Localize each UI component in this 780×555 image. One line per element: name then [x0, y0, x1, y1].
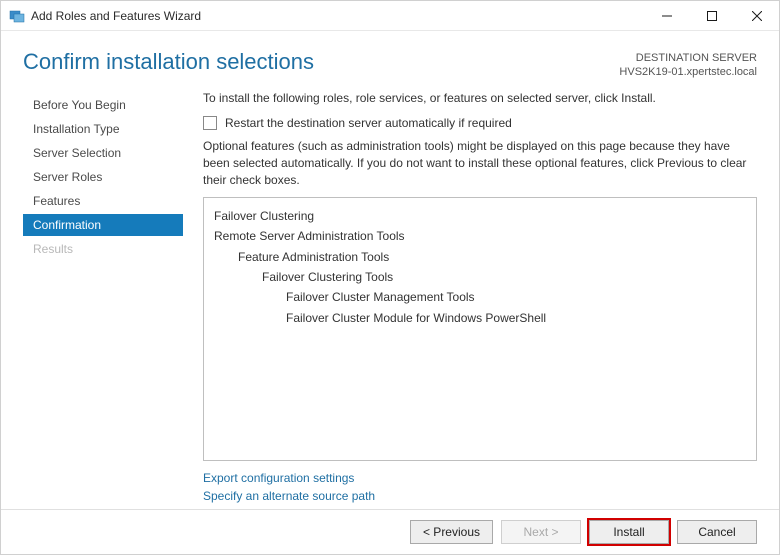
previous-button[interactable]: < Previous [410, 520, 493, 544]
nav-server-selection[interactable]: Server Selection [23, 142, 183, 164]
feature-item: Failover Clustering Tools [214, 267, 746, 287]
cancel-button[interactable]: Cancel [677, 520, 757, 544]
export-config-link[interactable]: Export configuration settings [203, 469, 757, 487]
install-button[interactable]: Install [589, 520, 669, 544]
alternate-source-link[interactable]: Specify an alternate source path [203, 487, 757, 505]
bottom-links: Export configuration settings Specify an… [203, 469, 757, 505]
next-button: Next > [501, 520, 581, 544]
wizard-nav: Before You Begin Installation Type Serve… [23, 90, 183, 509]
selected-features-box: Failover Clustering Remote Server Admini… [203, 197, 757, 461]
optional-features-text: Optional features (such as administratio… [203, 138, 757, 188]
nav-installation-type[interactable]: Installation Type [23, 118, 183, 140]
restart-checkbox[interactable] [203, 116, 217, 130]
feature-item: Remote Server Administration Tools [214, 226, 746, 246]
content-pane: To install the following roles, role ser… [203, 90, 757, 509]
nav-confirmation[interactable]: Confirmation [23, 214, 183, 236]
body: Before You Begin Installation Type Serve… [1, 80, 779, 509]
header: Confirm installation selections DESTINAT… [1, 31, 779, 80]
window-controls [644, 1, 779, 31]
restart-checkbox-row[interactable]: Restart the destination server automatic… [203, 116, 757, 130]
app-icon [9, 8, 25, 24]
maximize-button[interactable] [689, 1, 734, 31]
window-title: Add Roles and Features Wizard [31, 9, 201, 23]
destination-server: HVS2K19-01.xpertstec.local [619, 65, 757, 79]
nav-before-you-begin[interactable]: Before You Begin [23, 94, 183, 116]
close-button[interactable] [734, 1, 779, 31]
nav-server-roles[interactable]: Server Roles [23, 166, 183, 188]
page-title: Confirm installation selections [23, 49, 314, 75]
feature-item: Failover Cluster Management Tools [214, 287, 746, 307]
destination-box: DESTINATION SERVER HVS2K19-01.xpertstec.… [619, 51, 757, 80]
intro-text: To install the following roles, role ser… [203, 90, 757, 107]
nav-results: Results [23, 238, 183, 260]
feature-item: Failover Clustering [214, 206, 746, 226]
feature-item: Feature Administration Tools [214, 247, 746, 267]
minimize-button[interactable] [644, 1, 689, 31]
button-bar: < Previous Next > Install Cancel [1, 509, 779, 554]
restart-checkbox-label: Restart the destination server automatic… [225, 116, 512, 130]
feature-item: Failover Cluster Module for Windows Powe… [214, 308, 746, 328]
nav-features[interactable]: Features [23, 190, 183, 212]
destination-label: DESTINATION SERVER [619, 51, 757, 65]
title-bar: Add Roles and Features Wizard [1, 1, 779, 31]
